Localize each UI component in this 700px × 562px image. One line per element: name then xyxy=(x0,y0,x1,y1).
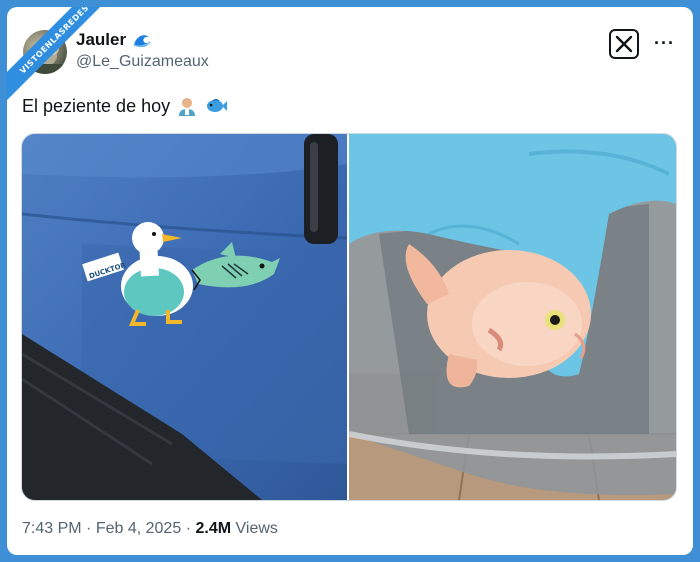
fish-emoji xyxy=(204,95,228,117)
tweet-text: El peziente de hoy xyxy=(22,95,171,116)
health-worker-emoji xyxy=(176,95,198,117)
tweet-footer: 7:43 PM · Feb 4, 2025 · 2.4M Views xyxy=(22,520,278,538)
fish-photo-illustration xyxy=(349,134,676,500)
tweet-card: VISTOENLASREDES Jauler @Le_Guizameaux ··… xyxy=(7,7,693,555)
tweet-date[interactable]: Feb 4, 2025 xyxy=(96,520,181,537)
tweet-time[interactable]: 7:43 PM xyxy=(22,520,82,537)
photo-pins-on-scrubs[interactable]: DUCKTOR xyxy=(22,134,347,500)
author-handle[interactable]: @Le_Guizameaux xyxy=(76,53,209,71)
photo-fish-in-gloved-hand[interactable] xyxy=(349,134,676,500)
wave-icon xyxy=(132,30,152,50)
views-label: Views xyxy=(235,520,278,537)
author-name-row: Jauler xyxy=(76,30,152,50)
scrubs-photo-illustration: DUCKTOR xyxy=(22,134,347,500)
footer-separator: · xyxy=(185,520,192,537)
author-display-name[interactable]: Jauler xyxy=(76,30,126,50)
media-grid: DUCKTOR xyxy=(21,133,677,501)
views-count: 2.4M xyxy=(195,520,232,537)
more-options-icon[interactable]: ··· xyxy=(654,33,675,54)
x-logo-icon[interactable] xyxy=(609,29,639,59)
footer-separator: · xyxy=(86,520,92,537)
tweet-text-row: El peziente de hoy xyxy=(22,95,228,117)
